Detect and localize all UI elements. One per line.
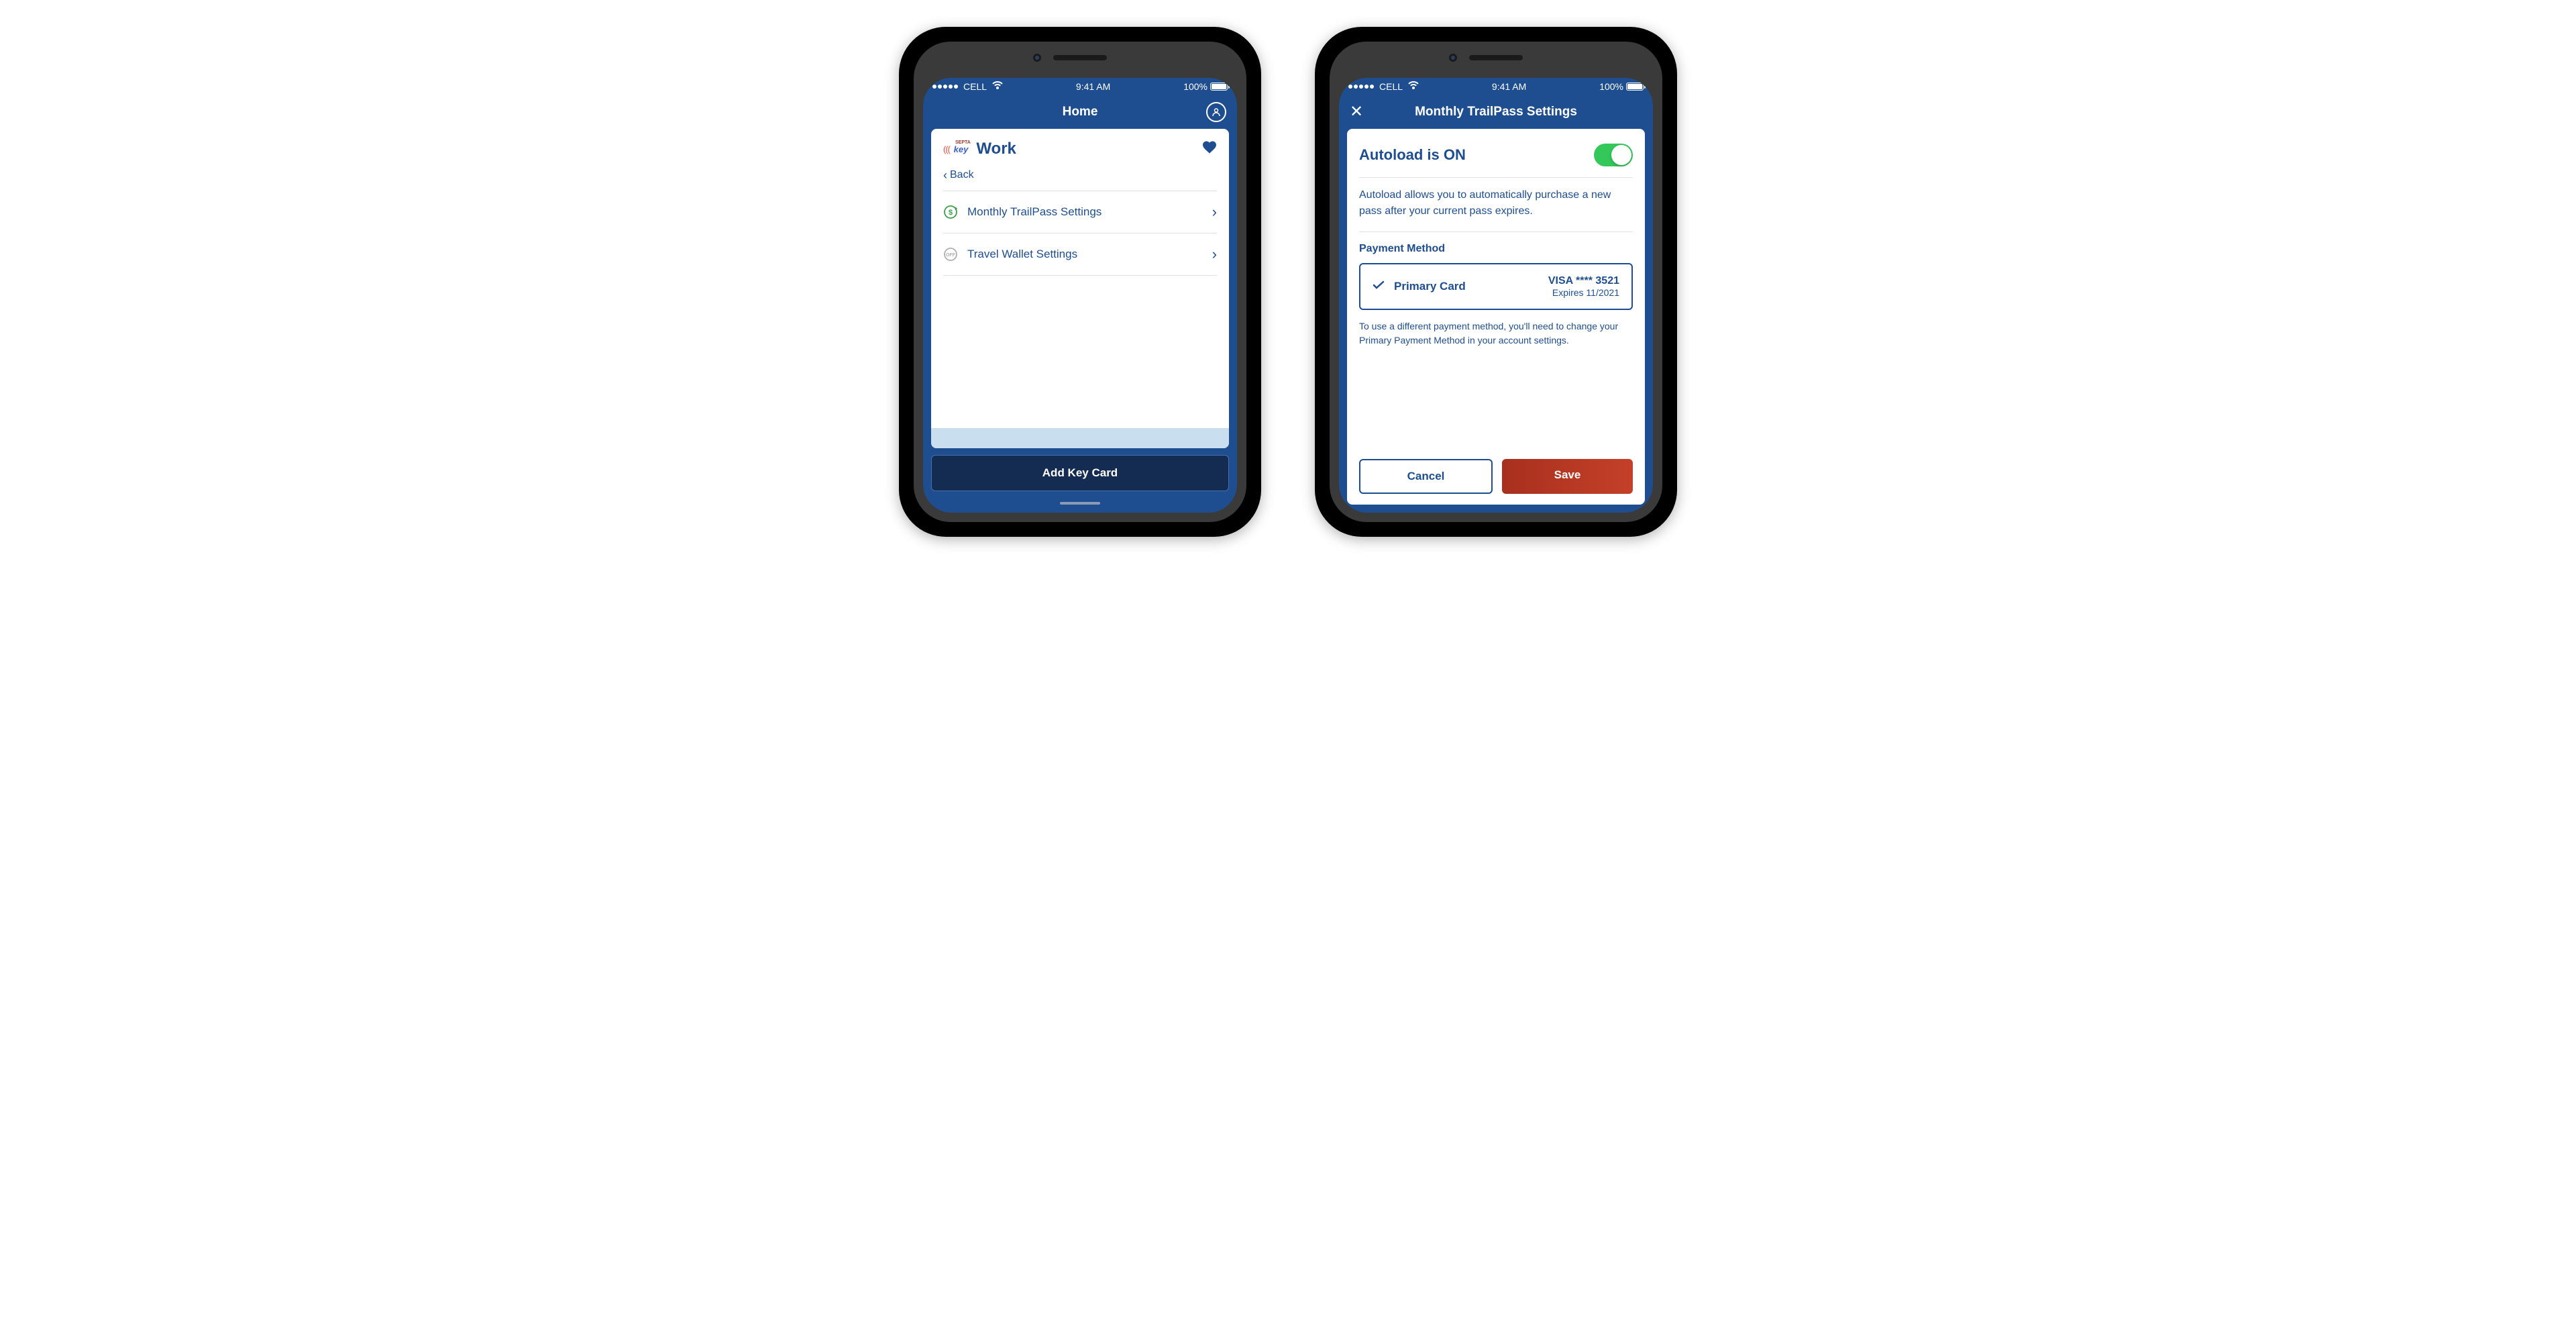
add-key-card-button[interactable]: Add Key Card [931, 455, 1229, 491]
carrier-label: CELL [963, 81, 987, 92]
status-left: CELL [932, 81, 1003, 93]
septa-key-logo: SEPTA key [943, 144, 968, 154]
home-indicator [1060, 502, 1100, 505]
save-button[interactable]: Save [1502, 459, 1633, 494]
phone-bezel: CELL 9:41 AM 100% Home [914, 42, 1246, 522]
card-title: Work [976, 140, 1016, 158]
status-time: 9:41 AM [1076, 81, 1110, 92]
phone-speaker [1053, 55, 1107, 60]
row-trailpass-settings[interactable]: $ Monthly TrailPass Settings › [943, 191, 1217, 233]
svg-text:$: $ [949, 209, 953, 217]
status-right: 100% [1599, 81, 1644, 92]
bottom-strip [931, 428, 1229, 448]
status-bar: CELL 9:41 AM 100% [923, 78, 1237, 95]
payment-expiry: Expires 11/2021 [1548, 287, 1619, 298]
payment-method-label: Payment Method [1359, 232, 1633, 263]
button-row: Cancel Save [1359, 454, 1633, 494]
wifi-icon [992, 81, 1003, 93]
page-title: Monthly TrailPass Settings [1415, 105, 1577, 119]
content-area: SEPTA key Work ‹ Back [923, 129, 1237, 513]
status-right: 100% [1183, 81, 1228, 92]
settings-panel: Autoload is ON Autoload allows you to au… [1347, 129, 1645, 505]
wifi-icon [1408, 81, 1419, 93]
chevron-right-icon: › [1212, 246, 1217, 263]
phone-bezel: CELL 9:41 AM 100% ✕ Monthly TrailPass Se… [1330, 42, 1662, 522]
phone-speaker [1469, 55, 1523, 60]
check-icon [1373, 280, 1385, 293]
page-title: Home [1063, 105, 1098, 119]
screen-trailpass-settings: CELL 9:41 AM 100% ✕ Monthly TrailPass Se… [1339, 78, 1653, 513]
payment-help-text: To use a different payment method, you'l… [1359, 310, 1633, 357]
cancel-button[interactable]: Cancel [1359, 459, 1493, 494]
status-time: 9:41 AM [1492, 81, 1526, 92]
phone-mockup-home: CELL 9:41 AM 100% Home [899, 27, 1261, 537]
carrier-label: CELL [1379, 81, 1403, 92]
status-bar: CELL 9:41 AM 100% [1339, 78, 1653, 95]
row-wallet-settings[interactable]: OFF Travel Wallet Settings › [943, 234, 1217, 275]
close-icon[interactable]: ✕ [1350, 104, 1363, 120]
battery-percent: 100% [1599, 81, 1623, 92]
autoload-label: Autoload is ON [1359, 146, 1466, 164]
card-header: SEPTA key Work [943, 140, 1217, 158]
row-label: Travel Wallet Settings [967, 248, 1077, 261]
autoload-toggle-row: Autoload is ON [1359, 140, 1633, 177]
heart-icon[interactable] [1202, 140, 1217, 158]
back-link[interactable]: ‹ Back [943, 164, 1217, 191]
payment-details: VISA **** 3521 Expires 11/2021 [1548, 275, 1619, 298]
autoload-on-icon: $ [943, 205, 958, 219]
nav-bar: Home [923, 95, 1237, 129]
chevron-left-icon: ‹ [943, 169, 947, 181]
payment-card-number: VISA **** 3521 [1548, 275, 1619, 287]
divider [943, 275, 1217, 276]
phone-camera [1449, 54, 1457, 62]
battery-icon [1210, 83, 1228, 91]
payment-method-card[interactable]: Primary Card VISA **** 3521 Expires 11/2… [1359, 263, 1633, 310]
signal-dots-icon [932, 85, 958, 89]
autoload-description: Autoload allows you to automatically pur… [1359, 178, 1633, 231]
toggle-knob [1611, 145, 1631, 165]
key-card-panel: SEPTA key Work ‹ Back [931, 129, 1229, 448]
payment-label: Primary Card [1394, 280, 1466, 293]
signal-dots-icon [1348, 85, 1374, 89]
status-left: CELL [1348, 81, 1419, 93]
chevron-right-icon: › [1212, 203, 1217, 221]
profile-icon[interactable] [1206, 102, 1226, 122]
row-label: Monthly TrailPass Settings [967, 205, 1102, 219]
phone-camera [1033, 54, 1041, 62]
back-label: Back [950, 169, 974, 181]
svg-text:OFF: OFF [946, 253, 956, 258]
autoload-off-icon: OFF [943, 247, 958, 262]
phone-mockup-settings: CELL 9:41 AM 100% ✕ Monthly TrailPass Se… [1315, 27, 1677, 537]
battery-percent: 100% [1183, 81, 1208, 92]
nav-bar: ✕ Monthly TrailPass Settings [1339, 95, 1653, 129]
battery-icon [1626, 83, 1644, 91]
content-area: Autoload is ON Autoload allows you to au… [1339, 129, 1653, 513]
screen-home: CELL 9:41 AM 100% Home [923, 78, 1237, 513]
autoload-toggle[interactable] [1594, 144, 1633, 166]
